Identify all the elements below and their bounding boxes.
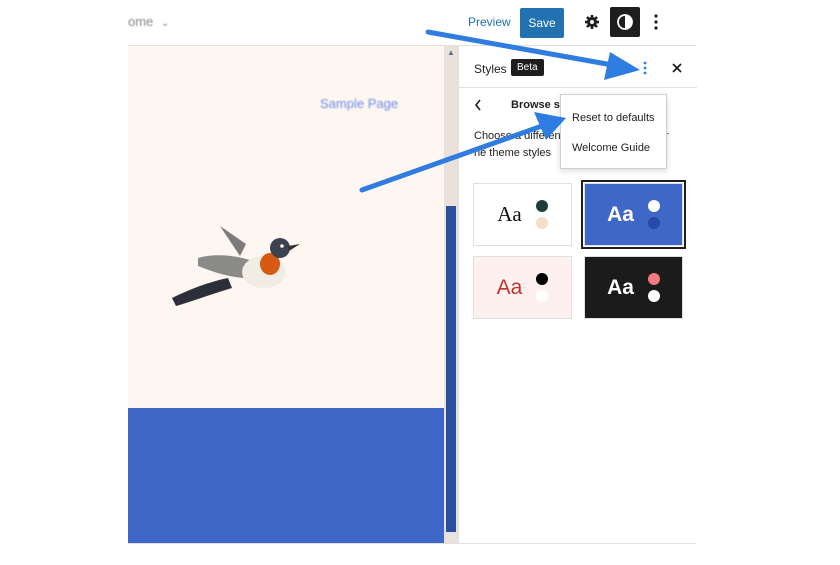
breadcrumb-label: ome xyxy=(128,14,154,29)
scroll-up-icon[interactable]: ▲ xyxy=(446,48,456,58)
gear-icon[interactable] xyxy=(580,10,604,34)
document-breadcrumb[interactable]: ome ⌄ xyxy=(128,14,169,29)
more-vertical-icon[interactable] xyxy=(646,10,666,34)
editor-canvas[interactable]: Sample Page ▲ ▼ xyxy=(128,46,458,543)
editor-footer-divider xyxy=(128,543,696,544)
variation-color-dot xyxy=(647,200,660,212)
beta-badge: Beta xyxy=(511,59,544,76)
variation-sample: Aa xyxy=(496,275,523,299)
cover-block[interactable] xyxy=(128,408,444,543)
variation-color-dot xyxy=(536,290,549,302)
scroll-down-icon[interactable]: ▼ xyxy=(446,531,456,541)
bird-image xyxy=(168,216,308,321)
close-icon[interactable] xyxy=(667,58,687,78)
style-variation-card[interactable]: Aa xyxy=(473,183,572,246)
style-variation-card[interactable]: Aa xyxy=(581,180,686,249)
description-line2: he theme styles xyxy=(474,147,552,159)
chevron-down-icon: ⌄ xyxy=(160,18,170,29)
preview-button[interactable]: Preview xyxy=(468,15,511,29)
chevron-left-icon[interactable] xyxy=(474,98,486,112)
sidebar-title: Styles xyxy=(474,62,507,76)
variation-color-dot xyxy=(535,200,548,212)
editor-screen: ome ⌄ Preview Save Sample Page ▲ ▼ Style… xyxy=(0,0,840,565)
variation-color-dot xyxy=(647,217,660,229)
variation-sample: Aa xyxy=(607,275,634,299)
contrast-icon[interactable] xyxy=(610,7,640,37)
editor-header: ome ⌄ Preview Save xyxy=(128,0,696,46)
variation-sample: Aa xyxy=(497,202,522,226)
style-variation-card[interactable]: Aa xyxy=(584,256,683,319)
menu-item-reset-to-defaults[interactable]: Reset to defaults xyxy=(572,112,655,124)
save-button[interactable]: Save xyxy=(520,8,564,38)
variation-color-dot xyxy=(647,290,660,302)
variation-color-dot xyxy=(535,217,548,229)
menu-item-welcome-guide[interactable]: Welcome Guide xyxy=(572,142,650,154)
sidebar-header: Styles Beta xyxy=(459,46,697,88)
styles-options-menu: Reset to defaults Welcome Guide xyxy=(560,94,667,169)
browse-styles-title: Browse st xyxy=(511,99,564,111)
variation-color-dot xyxy=(536,273,549,285)
variation-color-dot xyxy=(647,273,660,285)
site-nav-link[interactable]: Sample Page xyxy=(320,96,398,111)
variation-sample: Aa xyxy=(607,202,634,226)
style-variation-card[interactable]: Aa xyxy=(473,256,572,319)
scrollbar-thumb[interactable] xyxy=(446,206,456,532)
more-vertical-icon[interactable] xyxy=(637,58,653,78)
canvas-scrollbar[interactable]: ▲ ▼ xyxy=(444,46,458,543)
description-line1: Choose a differen xyxy=(474,130,561,142)
